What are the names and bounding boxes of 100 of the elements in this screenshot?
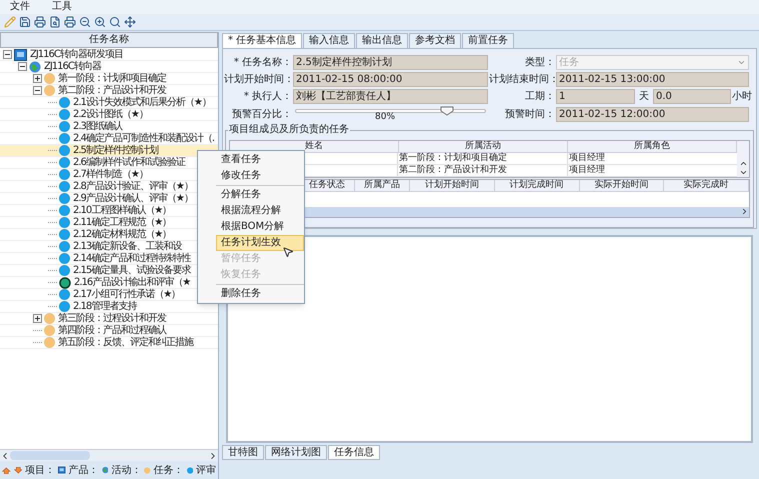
- printer-icon[interactable]: [34, 16, 46, 28]
- field-label: 工期：: [524, 90, 555, 104]
- tree-item-label: ZJ116C转向器: [44, 60, 101, 72]
- monitor-icon: [14, 48, 27, 60]
- text-field[interactable]: 0.0: [653, 89, 731, 104]
- menu-item[interactable]: 任务计划生效: [216, 235, 304, 251]
- text-field[interactable]: 2011-02-15 08:00:00: [293, 72, 488, 87]
- field-label: * 任务名称：: [232, 56, 292, 70]
- tree-item-label: 2.6编制样件试作和试验验证: [73, 156, 185, 168]
- tab[interactable]: 参考文档: [409, 33, 462, 48]
- tree-item-label: 2.7样件制造（★）: [73, 168, 148, 180]
- tree-item[interactable]: ZJ116C转向器研发项目: [0, 49, 218, 61]
- scroll-right-icon[interactable]: [740, 207, 749, 216]
- monitor-icon: [58, 464, 66, 476]
- column-header: 所属产品: [355, 180, 410, 191]
- task-dot-icon: [59, 97, 70, 108]
- slider-value: 80%: [375, 111, 396, 124]
- tree-item[interactable]: 2.3图纸确认: [0, 121, 218, 133]
- slider-thumb[interactable]: [440, 106, 454, 116]
- tree-item-label: 2.5制定样件控制计划: [73, 144, 158, 156]
- table-cell: 第二阶段：产品设计和开发: [398, 165, 568, 176]
- legend-label: 活动：: [111, 464, 142, 478]
- expand-icon[interactable]: [33, 74, 42, 83]
- tree-item[interactable]: 2.1设计失效模式和后果分析（★）: [0, 97, 218, 109]
- activity-dot-icon: [44, 313, 55, 324]
- collapse-icon[interactable]: [18, 62, 27, 71]
- cursor-icon: [282, 246, 294, 258]
- column-header: 实际开始时间: [580, 180, 664, 191]
- tree-item-label: 2.8产品设计验证、评审（★）: [73, 180, 193, 192]
- table-cell-text: 项目经理: [568, 165, 606, 176]
- menu-item[interactable]: 查看任务: [216, 152, 304, 168]
- print-preview-icon[interactable]: [49, 16, 61, 28]
- menu-item[interactable]: 文件: [10, 1, 30, 13]
- unit-label: 小时: [732, 90, 752, 104]
- tree-item-label: 2.2设计图纸（★）: [73, 108, 148, 120]
- column-header: 所属活动: [399, 141, 568, 152]
- tree-item-label: 第五阶段：反馈、评定和纠正措施: [58, 336, 193, 348]
- search-icon[interactable]: [109, 16, 121, 28]
- legend-label: 产品：: [68, 464, 99, 478]
- save-icon[interactable]: [19, 16, 31, 28]
- scrollbar-thumb[interactable]: [10, 451, 90, 460]
- tab[interactable]: 网络计划图: [265, 445, 327, 460]
- task-dot-icon: [59, 229, 70, 240]
- tree-item[interactable]: 第二阶段：产品设计和开发: [0, 85, 218, 97]
- tree-item[interactable]: ZJ116C转向器: [0, 61, 218, 73]
- horizontal-scrollbar[interactable]: [0, 449, 218, 461]
- tree-item-label: ZJ116C转向器研发项目: [30, 48, 123, 60]
- zoom-out-icon[interactable]: [79, 16, 91, 28]
- legend-label: 评审: [196, 464, 216, 478]
- menu-item[interactable]: 根据流程分解: [216, 203, 304, 219]
- task-dot-icon: [59, 145, 70, 156]
- task-dot-icon: [59, 109, 70, 120]
- move-icon[interactable]: [124, 16, 136, 28]
- tab[interactable]: 输出信息: [356, 33, 408, 48]
- tree-item[interactable]: 第一阶段：计划和项目确定: [0, 73, 218, 85]
- vertical-scrollbar[interactable]: [737, 141, 749, 177]
- tree-item[interactable]: 2.5制定样件控制计划: [0, 145, 218, 157]
- tab[interactable]: 前置任务: [462, 33, 514, 48]
- field-label: 计划结束时间：: [489, 72, 555, 87]
- slider-track[interactable]: [295, 109, 486, 113]
- tab[interactable]: * 任务基本信息: [222, 33, 302, 48]
- tab[interactable]: 输入信息: [303, 33, 356, 48]
- tree-item-label: 2.11确定工程规范（★）: [73, 216, 172, 228]
- tree-item-label: 2.15确定量具、试验设备要求: [73, 264, 190, 276]
- column-header: 计划开始时间: [410, 180, 495, 191]
- expand-icon[interactable]: [33, 314, 42, 323]
- tree-item-label: 2.17小组可行性承诺（★）: [73, 288, 180, 300]
- activity-dot-icon: [44, 73, 55, 84]
- tree-item-label: 2.10工程图样确认（★）: [73, 204, 172, 216]
- tree-item[interactable]: 第五阶段：反馈、评定和纠正措施: [0, 337, 218, 349]
- tree-item-label: 2.3图纸确认: [73, 120, 122, 132]
- task-dot-icon: [59, 181, 70, 192]
- zoom-in-icon[interactable]: [94, 16, 106, 28]
- activity-dot-icon: [44, 325, 55, 336]
- menu-item[interactable]: 工具: [52, 1, 72, 13]
- menu-item[interactable]: 根据BOM分解: [216, 219, 304, 235]
- collapse-icon[interactable]: [33, 86, 42, 95]
- tree-item[interactable]: 2.2设计图纸（★）: [0, 109, 218, 121]
- column-header: 任务名称: [0, 32, 218, 48]
- task-dot-icon: [59, 157, 70, 168]
- tree-item[interactable]: 第三阶段：过程设计和开发: [0, 313, 218, 325]
- tab[interactable]: 任务信息: [328, 445, 380, 460]
- tree-item-label: 2.13确定新设备、工装和设: [73, 240, 182, 252]
- tree-item[interactable]: 第四阶段：产品和过程确认: [0, 325, 218, 337]
- text-field[interactable]: 刘彬【工艺部责任人】: [293, 89, 488, 104]
- collapse-icon[interactable]: [3, 50, 12, 59]
- tree-item-label: 2.14确定产品和过程特殊特性: [73, 252, 190, 264]
- scroll-down-icon[interactable]: [738, 168, 748, 177]
- tree-item-label: 第二阶段：产品设计和开发: [58, 84, 166, 96]
- text-field[interactable]: 2.5制定样件控制计划: [293, 55, 488, 70]
- menu-item[interactable]: 删除任务: [216, 286, 304, 302]
- task-dot-icon: [59, 301, 70, 312]
- text-field[interactable]: 1: [556, 89, 635, 104]
- field-label: * 执行人：: [242, 90, 292, 104]
- text-field[interactable]: 2011-02-15 13:00:00: [556, 72, 749, 87]
- tree-item-label: 2.9产品设计确认、评审（★）: [73, 192, 193, 204]
- scroll-up-icon[interactable]: [738, 159, 748, 168]
- printer-icon[interactable]: [64, 16, 76, 28]
- tab[interactable]: 甘特图: [222, 445, 264, 460]
- text-field[interactable]: 2011-02-15 12:00:00: [556, 106, 749, 122]
